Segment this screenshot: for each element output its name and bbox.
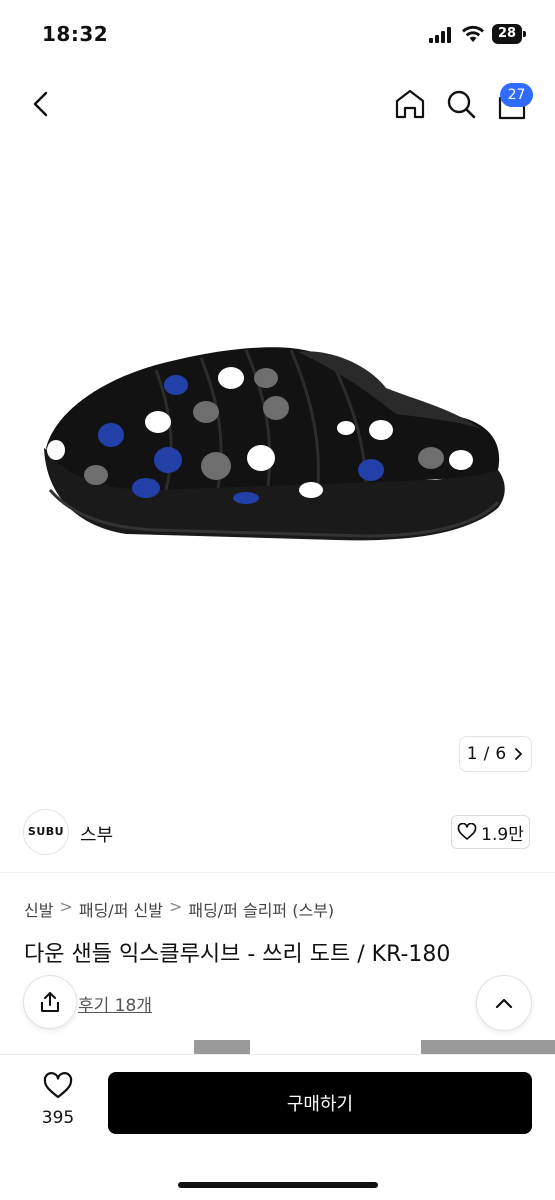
pager-current: 1: [466, 744, 478, 764]
breadcrumb-item[interactable]: 패딩/퍼 신발: [79, 897, 163, 921]
status-bar: 18:32 28: [0, 0, 555, 70]
brand-like-button[interactable]: 1.9만: [451, 815, 530, 849]
battery-level: 28: [492, 24, 522, 44]
heart-icon: [457, 823, 477, 840]
search-button[interactable]: [441, 84, 481, 124]
breadcrumb-separator: >: [59, 897, 73, 916]
breadcrumb-separator: >: [168, 897, 183, 916]
product-title: 다운 샌들 익스클루시브 - 쓰리 도트 / KR-180: [24, 942, 451, 967]
battery-icon: 28: [492, 24, 526, 44]
chevron-left-icon: [33, 91, 48, 117]
share-icon: [41, 992, 59, 1012]
cellular-signal-icon: [429, 27, 455, 43]
home-icon: [395, 89, 425, 119]
breadcrumb-item[interactable]: 신발: [24, 897, 53, 921]
brand-row[interactable]: SUBU 스부 1.9만: [0, 793, 555, 873]
buy-button[interactable]: 구매하기: [108, 1072, 532, 1134]
product-like-count: 395: [41, 1108, 75, 1128]
slipper-illustration: [44, 347, 505, 541]
cart-count-badge: 27: [500, 83, 533, 107]
scroll-top-button[interactable]: [476, 975, 532, 1031]
brand-like-count: 1.9만: [481, 824, 524, 845]
pager-total: 6: [495, 744, 507, 764]
home-button[interactable]: [390, 84, 430, 124]
brand-logo[interactable]: SUBU: [23, 809, 69, 855]
thumbnail-strip: [0, 1040, 555, 1054]
breadcrumb-item[interactable]: 패딩/퍼 슬리퍼 (스부): [188, 897, 334, 921]
chevron-up-icon: [495, 998, 513, 1009]
brand-name[interactable]: 스부: [80, 821, 113, 847]
product-image[interactable]: [36, 330, 516, 560]
home-indicator: [178, 1182, 378, 1188]
pager-separator: /: [483, 744, 490, 764]
back-button[interactable]: [22, 84, 62, 124]
review-link[interactable]: 후기 18개: [78, 991, 152, 1016]
share-button[interactable]: [23, 975, 77, 1029]
search-icon: [447, 90, 476, 119]
image-pager[interactable]: 1 / 6: [459, 736, 532, 772]
wifi-icon: [461, 24, 485, 44]
chevron-right-icon: [515, 748, 523, 760]
status-time: 18:32: [42, 22, 109, 46]
heart-icon: [43, 1072, 73, 1099]
breadcrumb: 신발 > 패딩/퍼 신발 > 패딩/퍼 슬리퍼 (스부): [24, 897, 334, 921]
